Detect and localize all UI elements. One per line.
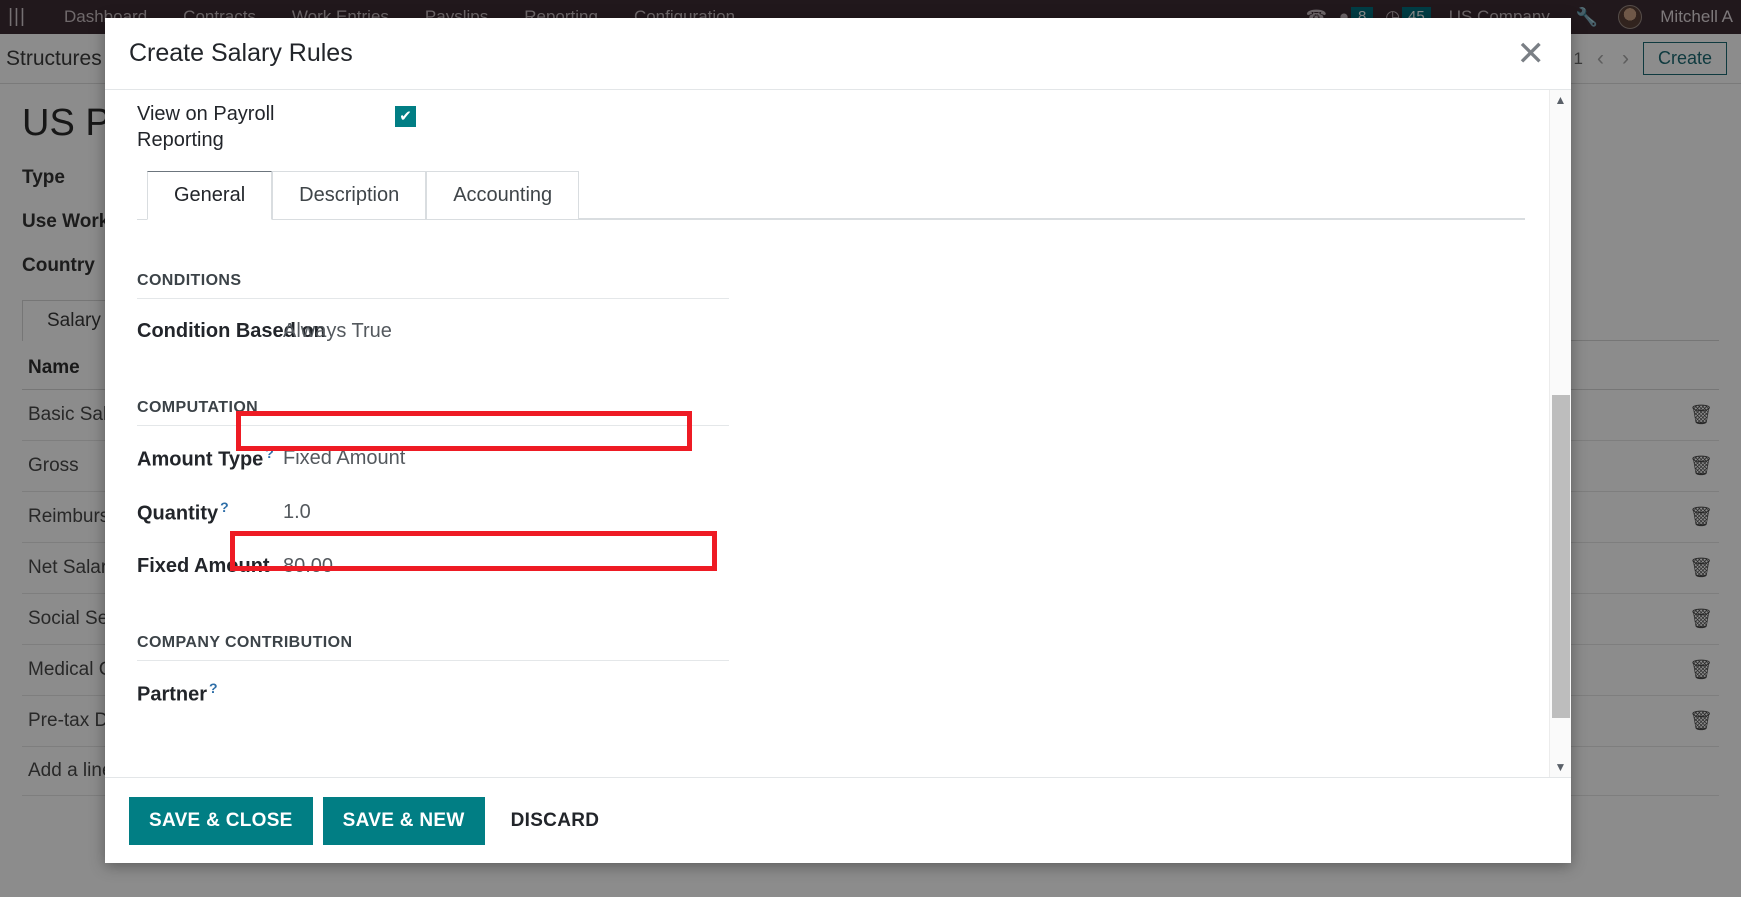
field-row-condition-based-on: Condition Based on Always True xyxy=(137,309,729,353)
field-label-condition-based-on: Condition Based on xyxy=(137,319,326,342)
field-row-quantity: Quantity? 1.0 xyxy=(137,490,729,534)
field-value-quantity[interactable]: 1.0 xyxy=(283,501,311,524)
help-tooltip-icon[interactable]: ? xyxy=(265,445,274,461)
section-title-conditions: CONDITIONS xyxy=(137,272,729,300)
view-on-payroll-checkbox[interactable]: ✔ xyxy=(395,106,416,127)
field-label-quantity: Quantity? xyxy=(137,499,283,526)
help-tooltip-icon[interactable]: ? xyxy=(220,499,229,515)
partner-label-text: Partner xyxy=(137,683,208,706)
dialog-footer: SAVE & CLOSE SAVE & NEW DISCARD xyxy=(105,777,1571,863)
scroll-down-arrow-icon[interactable]: ▼ xyxy=(1555,757,1567,777)
field-label-amount-type: Amount Type? xyxy=(137,445,283,472)
tab-accounting[interactable]: Accounting xyxy=(426,171,580,221)
dialog-scrollbar[interactable]: ▲ ▼ xyxy=(1549,90,1571,777)
close-icon[interactable]: ✕ xyxy=(1517,37,1546,71)
scrollbar-thumb[interactable] xyxy=(1552,394,1570,719)
tab-general[interactable]: General xyxy=(147,171,273,221)
field-row-fixed-amount: Fixed Amount 80.00 xyxy=(137,544,729,588)
field-value-amount-type[interactable]: Fixed Amount xyxy=(283,447,405,470)
tab-description[interactable]: Description xyxy=(272,171,427,221)
section-title-company-contribution: COMPANY CONTRIBUTION xyxy=(137,634,729,662)
amount-type-label-text: Amount Type xyxy=(137,448,264,471)
dialog-tabs: General Description Accounting xyxy=(137,171,1525,221)
dialog-header: Create Salary Rules ✕ xyxy=(105,18,1571,90)
field-row-partner: Partner? xyxy=(137,671,729,715)
scrollbar-track[interactable] xyxy=(1550,110,1571,757)
dialog-title: Create Salary Rules xyxy=(129,39,353,67)
scroll-up-arrow-icon[interactable]: ▲ xyxy=(1555,90,1567,110)
section-title-computation: COMPUTATION xyxy=(137,399,729,427)
field-row-view-on-payroll: View on Payroll Reporting ✔ xyxy=(137,102,1525,153)
field-label-partner: Partner? xyxy=(137,680,283,707)
quantity-label-text: Quantity xyxy=(137,502,219,525)
help-tooltip-icon[interactable]: ? xyxy=(209,680,218,696)
field-value-fixed-amount[interactable]: 80.00 xyxy=(283,555,333,578)
field-row-amount-type: Amount Type? Fixed Amount xyxy=(137,436,729,480)
create-salary-rules-dialog: Create Salary Rules ✕ View on Payroll Re… xyxy=(105,18,1571,863)
save-and-new-button[interactable]: SAVE & NEW xyxy=(322,796,485,845)
field-label-view-on-payroll: View on Payroll Reporting xyxy=(137,103,275,151)
field-value-condition-based-on[interactable]: Always True xyxy=(283,320,392,343)
dialog-body: View on Payroll Reporting ✔ General Desc… xyxy=(105,90,1571,777)
tabs-filler xyxy=(579,171,1525,220)
field-label-fixed-amount: Fixed Amount xyxy=(137,554,270,577)
discard-button[interactable]: DISCARD xyxy=(495,797,616,845)
save-and-close-button[interactable]: SAVE & CLOSE xyxy=(129,796,313,845)
dialog-body-inner: View on Payroll Reporting ✔ General Desc… xyxy=(105,90,1571,715)
